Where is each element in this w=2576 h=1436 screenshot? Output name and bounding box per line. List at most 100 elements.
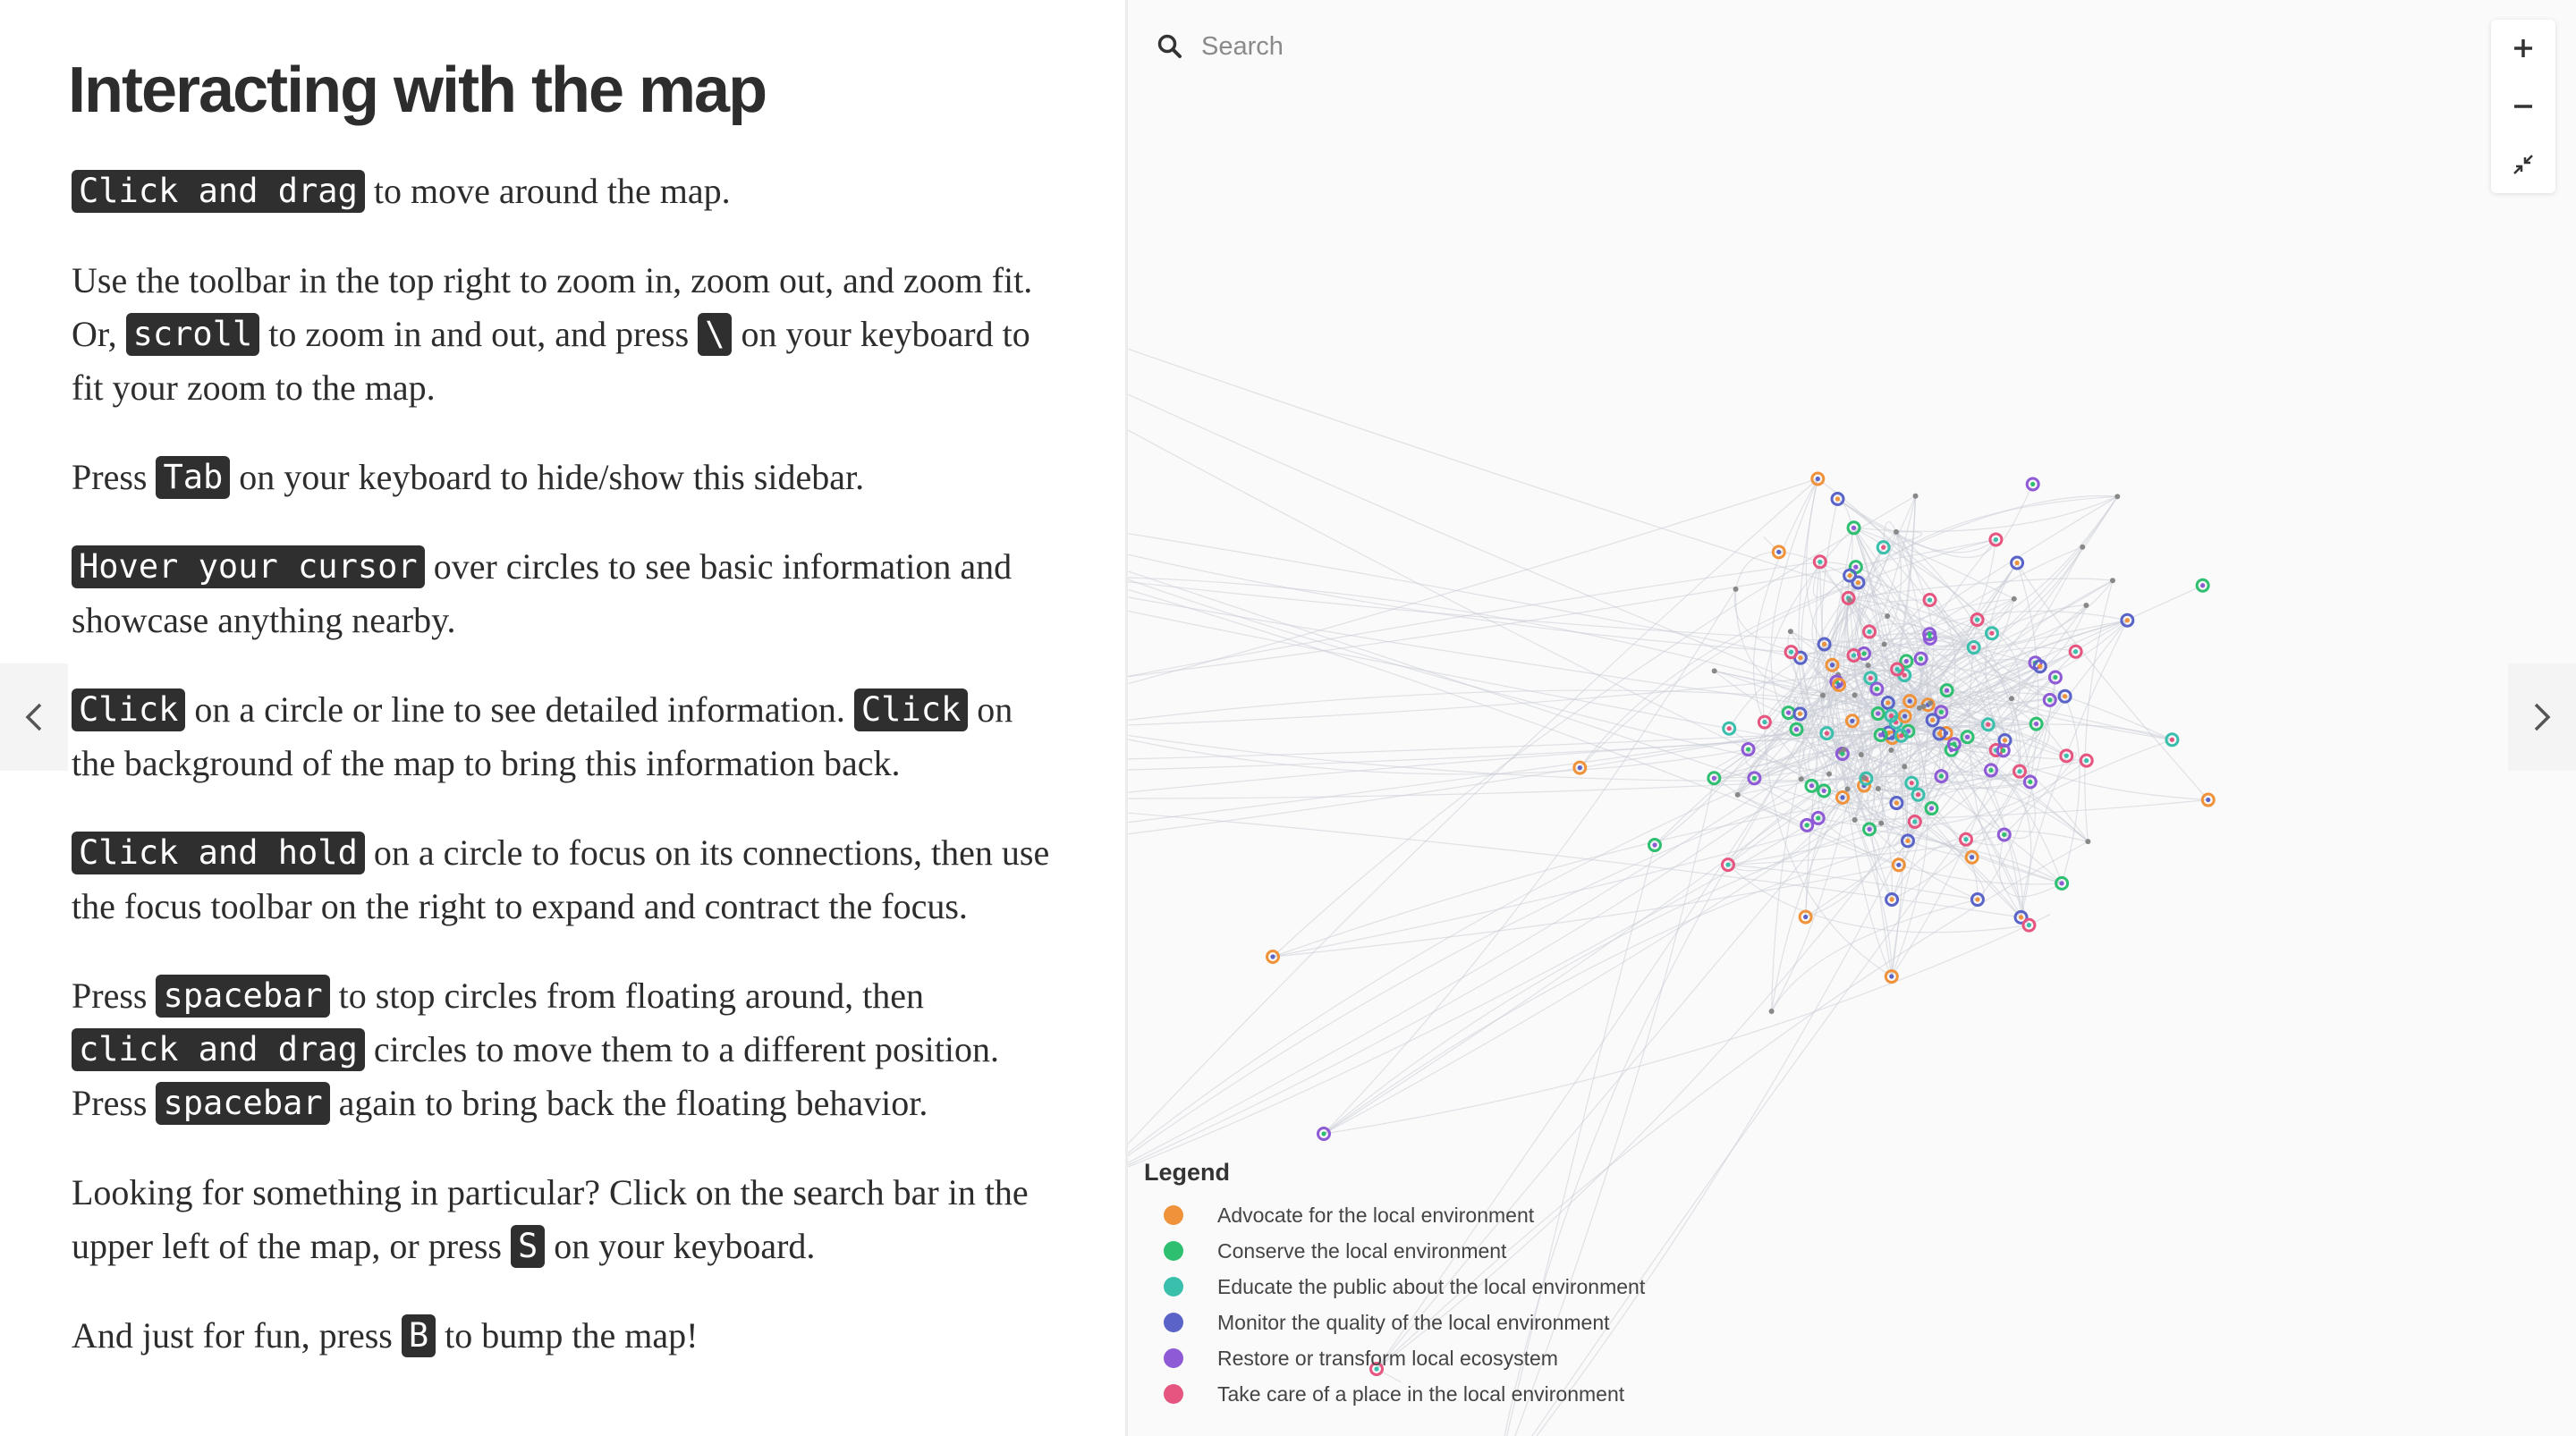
- map-node[interactable]: [1844, 786, 1851, 792]
- instruction-text: Press: [72, 457, 157, 497]
- map-node[interactable]: [1733, 586, 1739, 592]
- map-node[interactable]: [1787, 629, 1793, 635]
- map-node[interactable]: [1875, 786, 1881, 792]
- legend-item: Monitor the quality of the local environ…: [1144, 1305, 1645, 1340]
- instruction-text: on your keyboard.: [545, 1226, 816, 1266]
- instruction-paragraph: Click and hold on a circle to focus on i…: [72, 826, 1055, 933]
- map-node[interactable]: [1881, 641, 1887, 647]
- map-node[interactable]: [1920, 703, 1927, 709]
- legend-item: Advocate for the local environment: [1144, 1197, 1645, 1233]
- map-node[interactable]: [1893, 528, 1899, 535]
- instruction-text: And just for fun, press: [72, 1315, 402, 1356]
- key-hint: \: [698, 313, 733, 356]
- collapse-arrows-icon: [2513, 154, 2533, 174]
- map-node[interactable]: [2195, 578, 2210, 593]
- map-node[interactable]: [2010, 555, 2025, 570]
- instruction-text: to bump the map!: [436, 1315, 699, 1356]
- instruction-text: on your keyboard to hide/show this sideb…: [230, 457, 865, 497]
- map-node[interactable]: [1798, 776, 1804, 782]
- map-node[interactable]: [1928, 700, 1934, 706]
- legend-item: Conserve the local environment: [1144, 1233, 1645, 1269]
- legend-item: Take care of a place in the local enviro…: [1144, 1376, 1645, 1412]
- instruction-text: to zoom in and out, and press: [259, 314, 699, 354]
- map-node[interactable]: [1810, 471, 1826, 486]
- legend-title: Legend: [1144, 1159, 1231, 1186]
- legend-color-dot: [1164, 1348, 1183, 1368]
- map-node[interactable]: [1819, 692, 1826, 698]
- legend-color-dot: [1164, 1313, 1183, 1332]
- map-node[interactable]: [2085, 839, 2091, 845]
- key-hint: B: [401, 1314, 436, 1357]
- map-node[interactable]: [1902, 764, 1908, 770]
- network-map[interactable]: Legend Advocate for the local environmen…: [1128, 0, 2576, 1436]
- search-bar[interactable]: [1157, 23, 1693, 70]
- page-title: Interacting with the map: [68, 55, 767, 126]
- zoom-fit-button[interactable]: [2496, 141, 2550, 188]
- map-node[interactable]: [1711, 668, 1717, 674]
- map-node[interactable]: [1852, 816, 1858, 823]
- map-node[interactable]: [2109, 578, 2115, 584]
- chevron-right-icon: [2534, 703, 2551, 731]
- map-node[interactable]: [2068, 644, 2083, 659]
- map-node[interactable]: [1858, 752, 1864, 758]
- instruction-text: to stop circles from floating around, th…: [329, 976, 924, 1016]
- minus-icon: [2514, 105, 2532, 108]
- map-node[interactable]: [1647, 838, 1662, 853]
- legend-color-dot: [1164, 1241, 1183, 1261]
- map-node[interactable]: [2120, 612, 2135, 628]
- map-node[interactable]: [1912, 493, 1919, 499]
- map-node[interactable]: [1865, 663, 1871, 669]
- legend-color-dot: [1164, 1384, 1183, 1404]
- map-node[interactable]: [1768, 1009, 1775, 1015]
- map-node[interactable]: [1878, 820, 1885, 826]
- map-node[interactable]: [1317, 1127, 1331, 1141]
- key-hint: spacebar: [156, 975, 330, 1018]
- instruction-paragraph: Press spacebar to stop circles from floa…: [72, 969, 1055, 1130]
- map-node[interactable]: [2025, 477, 2040, 492]
- map-node[interactable]: [2011, 596, 2017, 602]
- map-node[interactable]: [1861, 774, 1868, 781]
- key-hint: click and drag: [72, 1028, 365, 1071]
- map-node[interactable]: [2008, 696, 2014, 702]
- map-node[interactable]: [1888, 748, 1894, 754]
- instruction-paragraph: Looking for something in particular? Cli…: [72, 1166, 1055, 1273]
- sidebar: Interacting with the map Click and drag …: [0, 0, 1125, 1436]
- map-node[interactable]: [1734, 791, 1741, 798]
- instruction-paragraph: Click and drag to move around the map.: [72, 165, 1055, 218]
- instruction-text: on a circle or line to see detailed info…: [185, 689, 854, 730]
- instruction-paragraph: Use the toolbar in the top right to zoom…: [72, 254, 1055, 415]
- map-node[interactable]: [1826, 771, 1832, 777]
- map-node[interactable]: [1852, 692, 1858, 698]
- map-node[interactable]: [2083, 603, 2089, 609]
- map-node[interactable]: [1846, 597, 1852, 604]
- previous-page-button[interactable]: [0, 663, 68, 771]
- zoom-out-button[interactable]: [2496, 83, 2550, 130]
- instruction-paragraph: Click on a circle or line to see detaile…: [72, 683, 1055, 790]
- map-node[interactable]: [2165, 732, 2180, 748]
- map-node[interactable]: [1885, 612, 1891, 619]
- plus-icon: [2514, 39, 2532, 58]
- map-node[interactable]: [2021, 917, 2037, 933]
- legend-label: Educate the public about the local envir…: [1217, 1274, 1646, 1298]
- zoom-toolbar: [2491, 20, 2555, 193]
- instructions: Click and drag to move around the map. Us…: [72, 165, 1055, 1398]
- map-node[interactable]: [2080, 544, 2086, 550]
- map-node[interactable]: [1722, 721, 1737, 736]
- next-page-button[interactable]: [2508, 663, 2576, 771]
- map-node[interactable]: [1830, 492, 1845, 507]
- search-input[interactable]: [1199, 30, 1650, 63]
- legend: Legend Advocate for the local environmen…: [1144, 1159, 1645, 1412]
- instruction-text: to move around the map.: [364, 171, 731, 211]
- instruction-paragraph: And just for fun, press B to bump the ma…: [72, 1309, 1055, 1363]
- legend-item: Restore or transform local ecosystem: [1144, 1340, 1645, 1376]
- legend-item: Educate the public about the local envir…: [1144, 1269, 1645, 1305]
- chevron-left-icon: [25, 703, 42, 731]
- key-hint: Click and drag: [72, 170, 365, 213]
- key-hint: Click and hold: [72, 832, 365, 874]
- map-node[interactable]: [2114, 494, 2121, 500]
- instruction-paragraph: Press Tab on your keyboard to hide/show …: [72, 451, 1055, 504]
- zoom-in-button[interactable]: [2496, 25, 2550, 72]
- legend-label: Restore or transform local ecosystem: [1217, 1346, 1558, 1370]
- map-node[interactable]: [1841, 747, 1847, 753]
- instruction-paragraph: Hover your cursor over circles to see ba…: [72, 540, 1055, 647]
